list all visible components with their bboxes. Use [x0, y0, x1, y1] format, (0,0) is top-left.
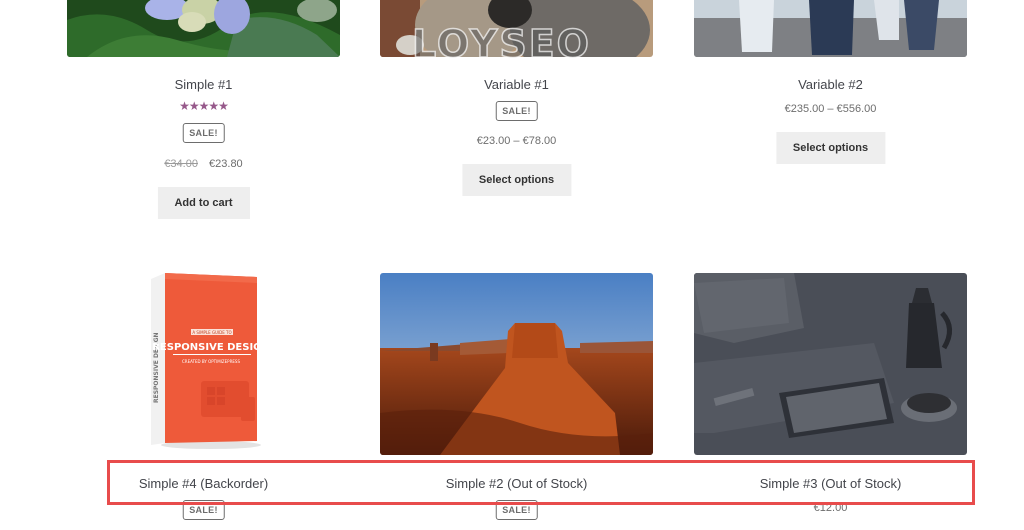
- sale-badge: SALE!: [495, 500, 538, 520]
- book-subtitle: CREATED BY OPTIMIZEPRESS: [182, 359, 240, 364]
- select-options-button[interactable]: Select options: [775, 132, 886, 164]
- price-new: €23.80: [209, 158, 243, 170]
- add-to-cart-button[interactable]: Add to cart: [157, 187, 250, 219]
- product-price: €34.00 €23.80: [67, 158, 340, 170]
- desk-image: [694, 273, 967, 455]
- product-card-simple-1: Simple #1 ★★★★★ SALE! €34.00 €23.80 Add …: [67, 0, 340, 230]
- star-rating: ★★★★★: [179, 99, 229, 113]
- select-options-button[interactable]: Select options: [461, 164, 572, 196]
- hydrangea-image: [67, 0, 340, 57]
- product-price: €235.00 – €556.00: [784, 103, 877, 115]
- book-kicker: A SIMPLE GUIDE TO: [192, 330, 231, 335]
- product-title[interactable]: Simple #3 (Out of Stock): [694, 476, 967, 491]
- sale-badge: SALE!: [495, 101, 538, 121]
- product-price: €12.00: [813, 502, 848, 514]
- product-card-simple-3: Simple #3 (Out of Stock) €12.00: [694, 273, 967, 530]
- product-image-desk[interactable]: [694, 273, 967, 455]
- product-title[interactable]: Simple #4 (Backorder): [67, 476, 340, 491]
- product-image-penguins[interactable]: [694, 0, 967, 57]
- product-image-hydrangea[interactable]: [67, 0, 340, 57]
- product-title[interactable]: Simple #2 (Out of Stock): [380, 476, 653, 491]
- product-image-book[interactable]: RESPONSIVE DESIGN A SIMPLE GUIDE TO RESP…: [151, 273, 270, 449]
- book-cover-image: RESPONSIVE DESIGN A SIMPLE GUIDE TO RESP…: [151, 273, 270, 449]
- product-title[interactable]: Simple #1: [67, 77, 340, 92]
- product-image-desert[interactable]: [380, 273, 653, 455]
- product-card-simple-4: RESPONSIVE DESIGN A SIMPLE GUIDE TO RESP…: [67, 273, 340, 530]
- product-title[interactable]: Variable #2: [694, 77, 967, 92]
- product-price: €23.00 – €78.00: [476, 135, 557, 147]
- penguins-image: [694, 0, 967, 57]
- product-card-simple-2: Simple #2 (Out of Stock) SALE!: [380, 273, 653, 530]
- watermark-logo: LOYSEO: [411, 21, 591, 67]
- sale-badge: SALE!: [182, 500, 225, 520]
- product-title[interactable]: Variable #1: [380, 77, 653, 92]
- product-card-variable-2: Variable #2 €235.00 – €556.00 Select opt…: [694, 0, 967, 170]
- sale-badge: SALE!: [182, 123, 225, 143]
- price-old: €34.00: [164, 158, 198, 170]
- book-title: RESPONSIVE DESIGN: [152, 342, 261, 353]
- desert-image: [380, 273, 653, 455]
